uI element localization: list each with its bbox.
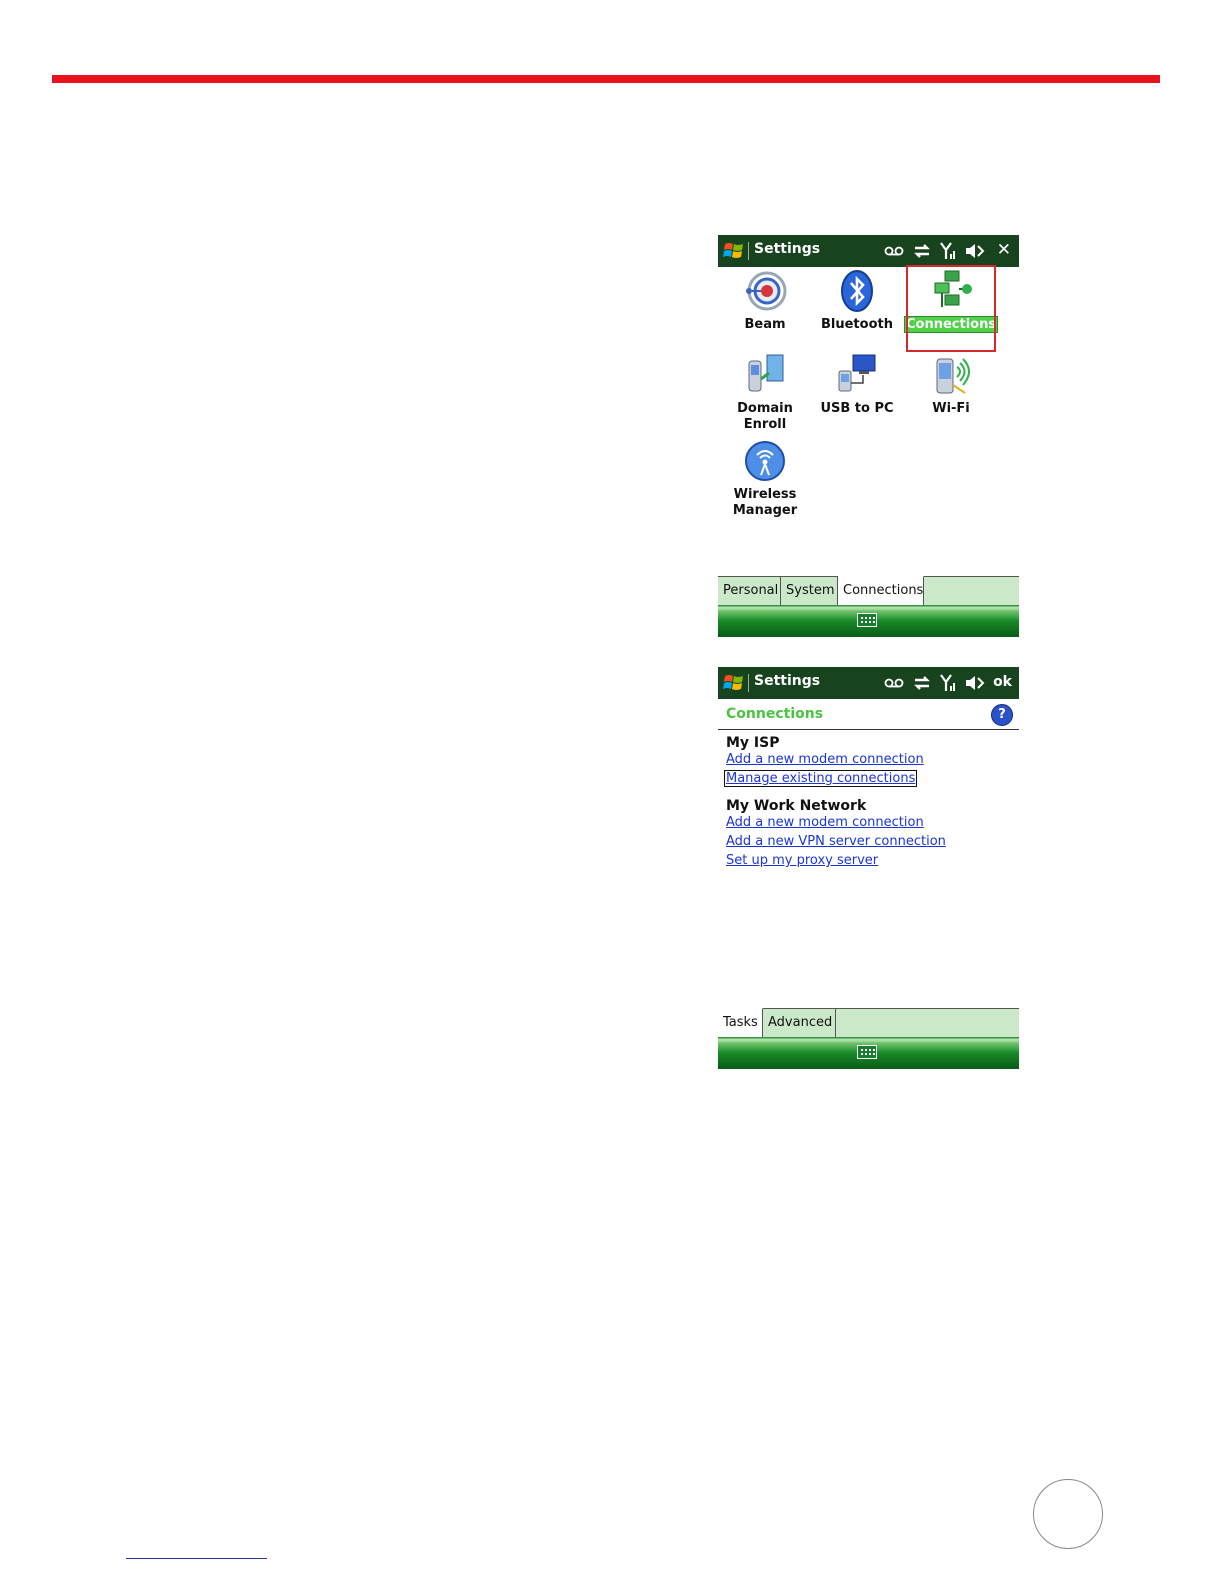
footer-rule <box>126 1558 267 1559</box>
wifi-label: Wi-Fi <box>932 401 970 416</box>
title-separator <box>748 242 749 260</box>
tab-bar: Personal System Connections <box>718 576 1019 605</box>
title-bar: Settings ✕ <box>718 235 1019 267</box>
keyboard-icon[interactable] <box>857 613 877 627</box>
header-rule <box>52 75 1160 83</box>
link-proxy-server[interactable]: Set up my proxy server <box>726 853 878 868</box>
speaker-muted-icon[interactable] <box>965 675 985 691</box>
soft-key-bar <box>718 1037 1019 1069</box>
domain-enroll-icon <box>748 354 784 392</box>
status-icons <box>884 242 985 260</box>
help-icon[interactable]: ? <box>991 704 1013 726</box>
tab-advanced[interactable]: Advanced <box>763 1009 836 1037</box>
voicemail-icon[interactable] <box>884 677 904 689</box>
title-separator <box>748 674 749 692</box>
wifi-icon <box>936 358 970 394</box>
bluetooth-label: Bluetooth <box>821 317 893 332</box>
link-add-vpn[interactable]: Add a new VPN server connection <box>726 834 946 849</box>
beam-label: Beam <box>744 317 786 332</box>
soft-key-bar <box>718 605 1019 637</box>
ok-button[interactable]: ok <box>993 674 1012 690</box>
keyboard-icon[interactable] <box>857 1045 877 1059</box>
page-title: Settings <box>754 241 821 257</box>
link-manage-existing[interactable]: Manage existing connections <box>723 770 918 787</box>
domain-enroll-item[interactable]: Domain Enroll <box>718 353 812 433</box>
usb-to-pc-label: USB to PC <box>820 401 894 416</box>
tab-bar: Tasks Advanced <box>718 1008 1019 1037</box>
page-title: Settings <box>754 673 821 689</box>
group-title-my-work-network: My Work Network <box>726 798 867 814</box>
group-title-my-isp: My ISP <box>726 735 780 751</box>
windows-start-icon[interactable] <box>723 240 745 262</box>
bluetooth-item[interactable]: Bluetooth <box>810 269 904 333</box>
wireless-manager-item[interactable]: Wireless Manager <box>718 439 812 519</box>
selection-highlight <box>906 265 996 352</box>
title-bar: Settings ok <box>718 667 1019 699</box>
voicemail-icon[interactable] <box>884 245 904 257</box>
speaker-muted-icon[interactable] <box>965 243 985 259</box>
signal-icon[interactable] <box>940 674 956 692</box>
tab-system[interactable]: System <box>781 577 838 605</box>
beam-item[interactable]: Beam <box>718 269 812 333</box>
tab-personal[interactable]: Personal <box>718 577 781 605</box>
settings-connections-screen: Settings ✕ Beam Bluetooth Connections Do… <box>718 235 1019 637</box>
data-transfer-icon[interactable] <box>913 243 931 259</box>
connections-tasks-screen: Settings ok Connections ? My ISP Add a n… <box>718 667 1019 1070</box>
link-add-modem-isp[interactable]: Add a new modem connection <box>726 752 924 767</box>
wireless-manager-icon <box>745 441 785 481</box>
usb-to-pc-item[interactable]: USB to PC <box>810 353 904 417</box>
status-icons <box>884 674 985 692</box>
signal-icon[interactable] <box>940 242 956 260</box>
bluetooth-icon <box>841 270 873 312</box>
section-header: Connections ? <box>718 699 1019 730</box>
section-title: Connections <box>726 706 824 722</box>
tab-connections[interactable]: Connections <box>838 576 924 605</box>
page-number-circle <box>1033 1479 1103 1549</box>
wifi-item[interactable]: Wi-Fi <box>904 353 998 417</box>
link-add-modem-work[interactable]: Add a new modem connection <box>726 815 924 830</box>
domain-enroll-label: Domain Enroll <box>737 401 793 432</box>
beam-icon <box>746 271 787 311</box>
usb-to-pc-icon <box>838 354 876 392</box>
close-icon[interactable]: ✕ <box>997 240 1011 260</box>
windows-start-icon[interactable] <box>723 672 745 694</box>
tab-tasks[interactable]: Tasks <box>718 1008 763 1037</box>
data-transfer-icon[interactable] <box>913 675 931 691</box>
wireless-manager-label: Wireless Manager <box>732 487 798 518</box>
